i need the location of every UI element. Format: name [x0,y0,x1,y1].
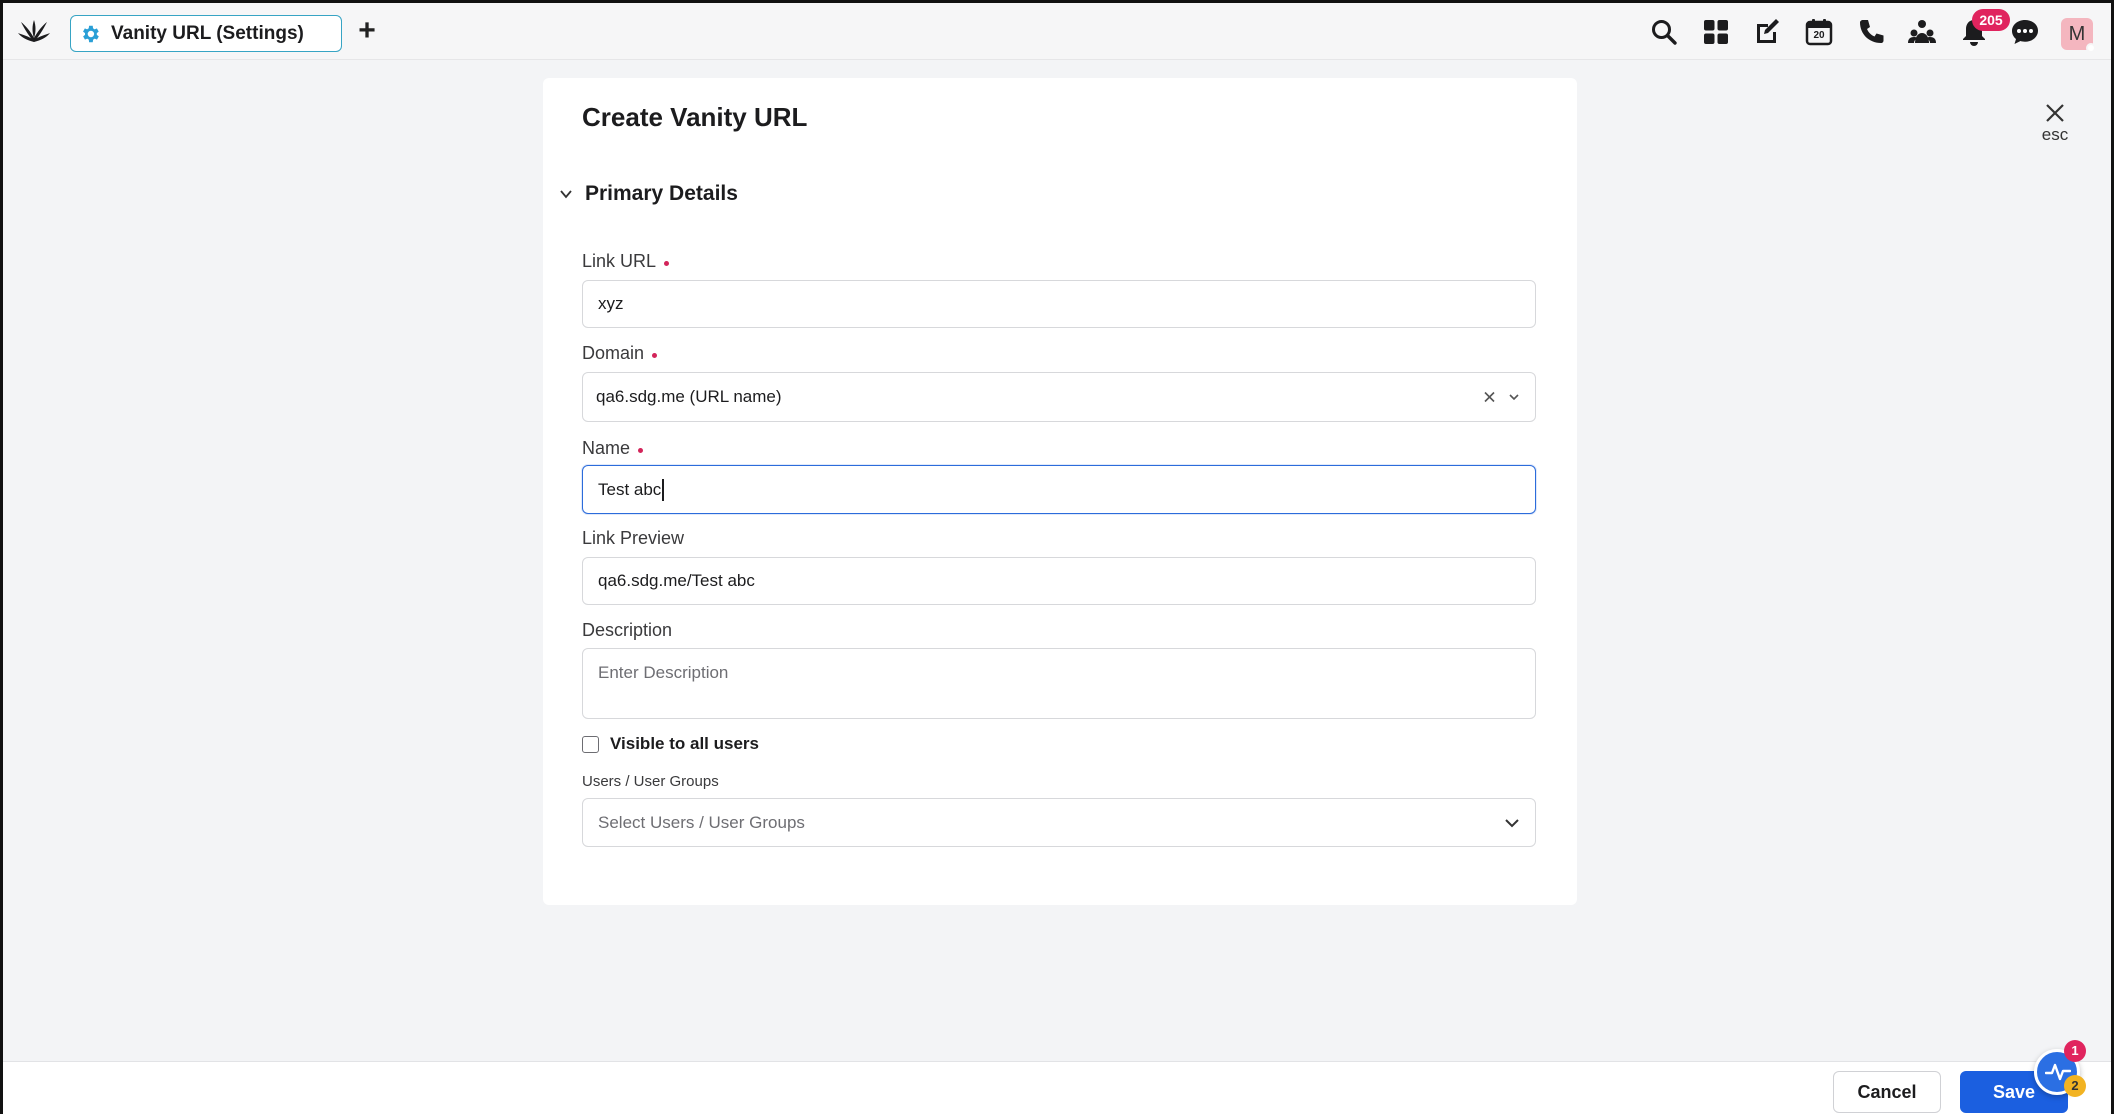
visible-to-all-users-label: Visible to all users [610,734,759,753]
close-button[interactable]: esc [2033,101,2077,145]
domain-label-text: Domain [582,343,645,363]
section-title: Primary Details [585,182,738,205]
required-indicator [652,353,658,358]
link-url-label: Link URL [582,251,670,272]
fab-badge-alert: 1 [2064,1040,2086,1062]
gear-icon [83,25,99,42]
close-icon [2046,104,2064,122]
chevron-down-icon[interactable] [1507,390,1521,404]
link-preview-label-text: Link Preview [582,528,685,548]
user-groups-select[interactable]: Select Users / User Groups [582,798,1536,847]
sprinklr-logo-icon[interactable] [17,16,51,46]
description-textarea[interactable]: Enter Description [582,648,1536,719]
name-value: Test abc [598,479,662,499]
text-caret [662,478,664,501]
user-groups-placeholder: Select Users / User Groups [598,812,805,832]
clear-icon[interactable] [1482,390,1497,405]
esc-label: esc [2041,125,2069,144]
compose-icon[interactable] [1752,17,1782,47]
name-label: Name [582,438,644,459]
avatar-initial: M [2068,23,2086,45]
page-title: Create Vanity URL [582,102,808,132]
required-indicator [638,448,644,453]
visible-to-all-users-row[interactable]: Visible to all users [582,734,759,754]
link-preview-label: Link Preview [582,528,684,549]
user-avatar[interactable]: M [2061,18,2096,53]
domain-select[interactable]: qa6.sdg.me (URL name) [582,372,1536,422]
visible-to-all-users-checkbox[interactable] [582,735,599,753]
search-icon[interactable] [1649,17,1679,47]
phone-icon[interactable] [1856,17,1886,47]
link-preview-value: qa6.sdg.me/Test abc [598,571,755,590]
footer-bar: Cancel Save [3,1061,2111,1114]
top-bar: Vanity URL (Settings) + 20 205 M [3,3,2111,60]
chevron-down-icon[interactable] [1503,814,1521,832]
tab-vanity-url-settings[interactable]: Vanity URL (Settings) [70,15,342,52]
description-label: Description [582,620,672,641]
link-url-label-text: Link URL [582,251,657,271]
domain-value: qa6.sdg.me (URL name) [596,387,782,406]
notification-count-badge: 205 [1972,9,2010,31]
community-icon[interactable] [1907,17,1937,47]
fab-badge-warning: 2 [2064,1075,2086,1097]
tab-label: Vanity URL (Settings) [111,22,304,44]
link-url-input[interactable]: xyz [582,280,1536,328]
name-input[interactable]: Test abc [582,465,1536,514]
required-indicator [664,261,670,266]
chevron-down-icon [560,190,572,199]
domain-label: Domain [582,343,658,364]
apps-grid-icon[interactable] [1701,17,1731,47]
name-label-text: Name [582,438,631,458]
description-placeholder: Enter Description [598,663,729,682]
presence-dot [2086,43,2096,53]
description-label-text: Description [582,620,673,640]
user-groups-label: Users / User Groups [582,773,719,790]
calendar-day: 20 [1813,30,1825,41]
cancel-button[interactable]: Cancel [1833,1071,1941,1113]
link-url-value: xyz [598,294,624,313]
calendar-icon[interactable]: 20 [1804,17,1834,47]
add-tab-button[interactable]: + [352,16,382,46]
create-vanity-url-card: Create Vanity URL Primary Details Link U… [543,78,1577,905]
chat-icon[interactable] [2010,17,2040,47]
primary-details-toggle[interactable]: Primary Details [557,182,738,206]
link-preview-field: qa6.sdg.me/Test abc [582,557,1536,605]
